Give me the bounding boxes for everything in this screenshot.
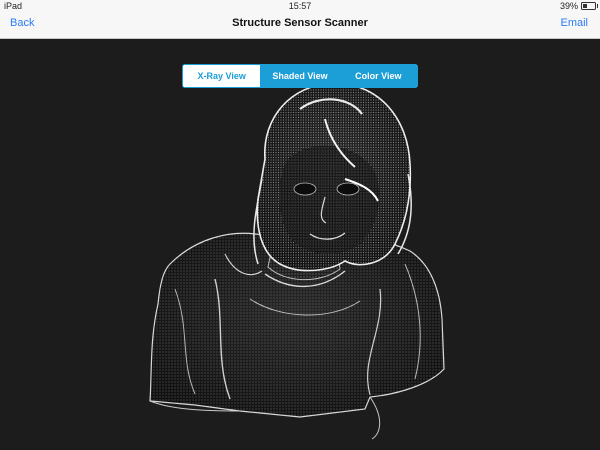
view-mode-segmented-control[interactable]: X-Ray View Shaded View Color View	[182, 64, 418, 88]
page-title: Structure Sensor Scanner	[232, 17, 368, 29]
app-screen: iPad 15:57 39% Back Structure Sensor Sca…	[0, 0, 600, 450]
scan-mesh-render[interactable]	[0, 39, 600, 450]
battery-percentage: 39%	[559, 1, 578, 11]
status-bar: iPad 15:57 39%	[0, 0, 600, 12]
battery-icon	[581, 2, 598, 10]
email-button[interactable]: Email	[560, 17, 588, 29]
back-button[interactable]: Back	[10, 17, 34, 29]
status-time: 15:57	[288, 1, 312, 11]
xray-view-tab[interactable]: X-Ray View	[183, 65, 261, 87]
color-view-tab[interactable]: Color View	[338, 65, 417, 87]
navigation-bar: Back Structure Sensor Scanner Email	[0, 12, 600, 39]
shaded-view-tab[interactable]: Shaded View	[260, 65, 339, 87]
scan-viewport[interactable]: X-Ray View Shaded View Color View	[0, 39, 600, 450]
